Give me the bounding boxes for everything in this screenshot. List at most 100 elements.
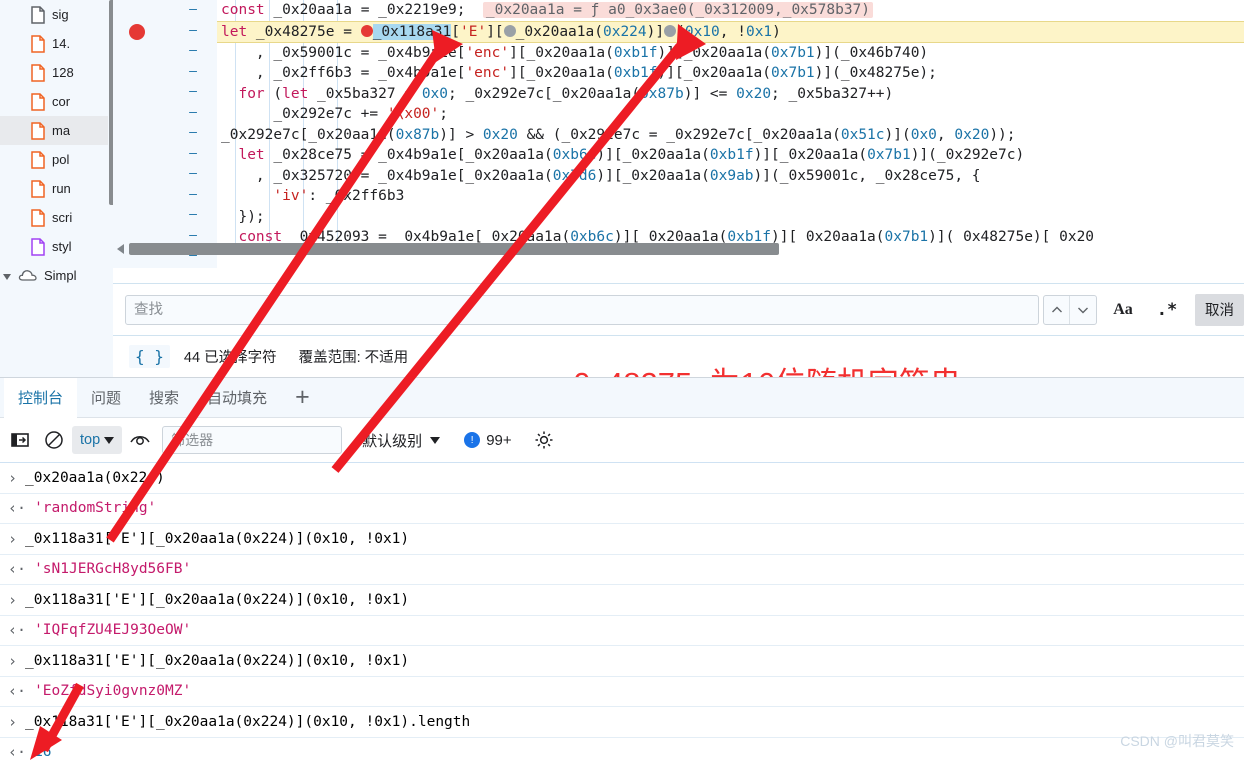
console-entry-text: _0x20aa1a(0x224): [25, 469, 165, 486]
console-filter-input[interactable]: [162, 426, 343, 454]
file-tree-item[interactable]: scri: [0, 203, 113, 232]
regex-button[interactable]: .*: [1149, 295, 1185, 325]
console-entry-text: 16: [34, 744, 52, 761]
code-lines[interactable]: const _0x20aa1a = _0x2219e9; _0x20aa1a =…: [217, 0, 1244, 248]
console-entry-text: 'randomString': [34, 500, 157, 517]
pretty-print-button[interactable]: { }: [129, 345, 170, 368]
console-entry-text: 'IQFqfZU4EJ93OeOW': [34, 622, 192, 639]
console-tab[interactable]: 搜索: [135, 378, 193, 418]
code-token: 0x51c: [840, 126, 885, 143]
console-output-row[interactable]: ‹· 16: [0, 738, 1244, 763]
execution-context-selector[interactable]: top: [72, 426, 123, 454]
file-tree-item-label: 128: [52, 65, 74, 80]
file-icon: [30, 34, 46, 53]
code-line[interactable]: let _0x28ce75 = _0x4b9a1e[_0x20aa1a(0xb6…: [217, 145, 1244, 166]
code-area[interactable]: const _0x20aa1a = _0x2219e9; _0x20aa1a =…: [217, 0, 1244, 268]
code-line[interactable]: for (let _0x5ba327 = 0x0; _0x292e7c[_0x2…: [217, 84, 1244, 105]
console-output[interactable]: › _0x20aa1a(0x224) ‹· 'randomString' › _0x118…: [0, 463, 1244, 763]
console-tab-strip[interactable]: 控制台 问题 搜索 自动填充 +: [0, 377, 1244, 418]
find-next-button[interactable]: [1070, 296, 1096, 324]
live-expression-button[interactable]: [124, 424, 156, 456]
console-output-row[interactable]: ‹· 'EoZfdSyi0gvnz0MZ': [0, 677, 1244, 707]
console-settings-button[interactable]: [528, 424, 560, 456]
console-output-row[interactable]: ‹· 'sN1JERGcH8yd56FB': [0, 555, 1244, 585]
code-token: ][_0x20aa1a(: [509, 65, 614, 81]
file-tree-item[interactable]: cor: [0, 87, 113, 116]
file-tree-item[interactable]: 128: [0, 58, 113, 87]
breakpoint-icon[interactable]: [129, 24, 145, 40]
file-tree[interactable]: sig14.128cormapolrunscristylSimplstatiap…: [0, 0, 113, 283]
find-input[interactable]: [125, 294, 1039, 325]
code-line[interactable]: _0x292e7c[_0x20aa1a(0x87b)] > 0x20 && (_…: [217, 125, 1244, 146]
console-output-row[interactable]: ‹· 'IQFqfZU4EJ93OeOW': [0, 616, 1244, 646]
file-icon: [30, 179, 46, 198]
hscroll-track[interactable]: [129, 243, 1244, 255]
file-tree-item-label: sig: [52, 7, 69, 22]
find-cancel-button[interactable]: 取消: [1195, 293, 1244, 326]
code-token: )](_0x59001c, _0x28ce75, {: [753, 167, 981, 184]
code-line[interactable]: , _0x59001c = _0x4b9a1e['enc'][_0x20aa1a…: [217, 43, 1244, 64]
console-input-row[interactable]: › _0x118a31['E'][_0x20aa1a(0x224)](0x10, …: [0, 585, 1244, 616]
clear-console-button[interactable]: [38, 424, 70, 456]
gutter-mark: –: [189, 125, 197, 140]
file-tree-item[interactable]: 14.: [0, 29, 113, 58]
scroll-left-arrow-icon[interactable]: [113, 242, 129, 256]
code-token: _0x28ce75 = _0x4b9a1e[_0x20aa1a(: [273, 147, 553, 163]
toggle-console-sidebar-button[interactable]: [4, 424, 36, 456]
console-entry-text: 'EoZfdSyi0gvnz0MZ': [34, 683, 192, 700]
console-tab[interactable]: 自动填充: [193, 378, 281, 418]
file-tree-item[interactable]: sig: [0, 0, 113, 29]
add-tab-button[interactable]: +: [281, 378, 324, 418]
code-token: _0x292e7c +=: [221, 106, 387, 122]
code-editor[interactable]: – – – – – – – – – – – – – const _0x20aa1a = _0x2219e…: [113, 0, 1244, 268]
console-output-row[interactable]: ‹· 'randomString': [0, 494, 1244, 524]
file-tree-item[interactable]: pol: [0, 145, 113, 174]
code-token: ][_0x20aa1a(: [509, 44, 614, 61]
console-input-row[interactable]: › _0x118a31['E'][_0x20aa1a(0x224)](0x10, …: [0, 646, 1244, 677]
console-input-row[interactable]: › _0x118a31['E'][_0x20aa1a(0x224)](0x10, …: [0, 707, 1244, 738]
find-prev-button[interactable]: [1044, 295, 1070, 324]
code-token: ): [772, 23, 781, 40]
console-input-row[interactable]: › _0x118a31['E'][_0x20aa1a(0x224)](0x10, …: [0, 524, 1244, 555]
issues-badge[interactable]: ! 99+: [464, 432, 512, 449]
code-line[interactable]: });: [217, 207, 1244, 228]
code-token: : _0x2ff6b3: [308, 188, 405, 204]
code-token: , !: [719, 23, 746, 40]
code-line[interactable]: , _0x325720 = _0x4b9a1e[_0x20aa1a(0x7d6)…: [217, 166, 1244, 187]
issue-bubble-icon: !: [464, 432, 481, 448]
editor-gutter[interactable]: – – – – – – – – – – – – –: [113, 0, 217, 268]
code-token: 0x20: [736, 85, 772, 102]
code-line-active[interactable]: let _0x48275e = _0x118a31['E'][_0x20aa1a…: [217, 20, 1244, 43]
find-bar: Aa .* 取消: [113, 283, 1244, 335]
code-token: 0x7d6: [552, 167, 597, 184]
input-arrow-icon: ›: [8, 529, 18, 548]
output-arrow-icon: ‹·: [8, 682, 27, 701]
code-token: )][_0x20aa1a(: [657, 65, 772, 81]
file-tree-item[interactable]: ma: [0, 116, 113, 145]
inline-breakpoint-disabled-icon[interactable]: [503, 24, 516, 37]
inline-breakpoint-icon[interactable]: [360, 24, 373, 37]
editor-hscrollbar[interactable]: [113, 242, 1244, 256]
console-tab[interactable]: 控制台: [4, 377, 78, 418]
file-tree-item[interactable]: styl: [0, 232, 113, 261]
code-line[interactable]: const _0x20aa1a = _0x2219e9; _0x20aa1a =…: [217, 0, 1244, 21]
chevron-down-icon[interactable]: [2, 269, 16, 283]
sources-panel: sig14.128cormapolrunscristylSimplstatiap…: [0, 0, 1244, 283]
output-arrow-icon: ‹·: [8, 560, 27, 579]
inline-eval-value: _0x20aa1a = ƒ a0_0x3ae0(_0x312009,_0x578…: [482, 2, 874, 18]
code-line[interactable]: , _0x2ff6b3 = _0x4b9a1e['enc'][_0x20aa1a…: [217, 63, 1244, 84]
console-input-row[interactable]: › _0x20aa1a(0x224): [0, 463, 1244, 494]
file-tree-item[interactable]: run: [0, 174, 113, 203]
hscroll-thumb[interactable]: [129, 243, 779, 255]
console-entry-text: _0x118a31['E'][_0x20aa1a(0x224)](0x10, !…: [25, 713, 471, 730]
inline-breakpoint-disabled-icon[interactable]: [664, 24, 677, 37]
code-line[interactable]: 'iv': _0x2ff6b3: [217, 186, 1244, 207]
file-icon: [30, 121, 46, 140]
console-tab[interactable]: 问题: [77, 378, 135, 418]
code-token: )][_0x20aa1a(: [596, 147, 710, 163]
match-case-button[interactable]: Aa: [1105, 295, 1141, 325]
log-level-selector[interactable]: 默认级别: [362, 430, 441, 451]
code-line[interactable]: _0x292e7c += '\x00';: [217, 104, 1244, 125]
output-arrow-icon: ‹·: [8, 621, 27, 640]
file-tree-item[interactable]: Simpl: [0, 261, 113, 283]
